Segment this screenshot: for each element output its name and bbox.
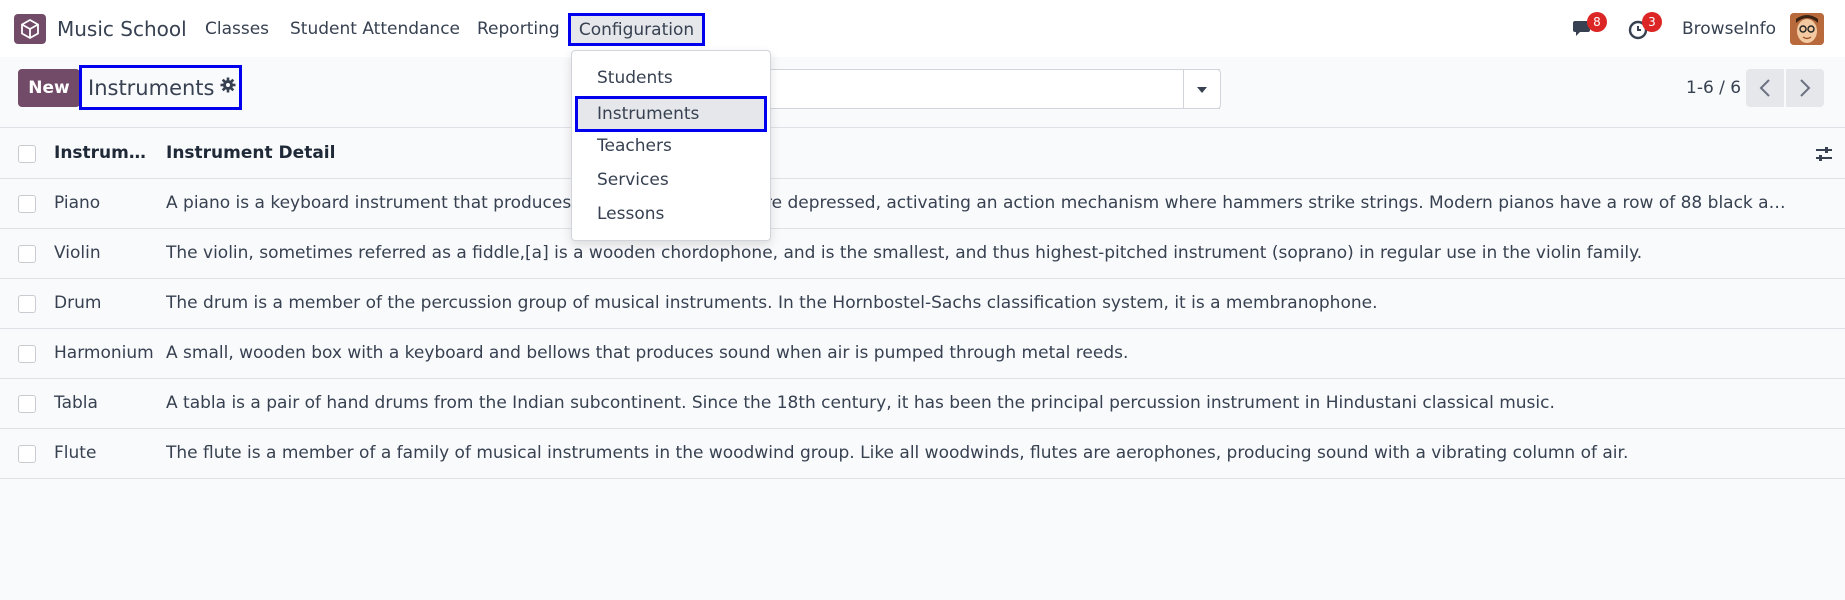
chevron-right-icon	[1800, 79, 1811, 97]
menu-classes[interactable]: Classes	[205, 19, 269, 39]
table-row[interactable]: Violin The violin, sometimes referred as…	[0, 229, 1845, 279]
pager-value[interactable]: 1-6 / 6	[1686, 78, 1741, 98]
instrument-name: Piano	[54, 193, 101, 213]
pager-previous-button[interactable]	[1746, 69, 1784, 107]
menu-student-attendance[interactable]: Student Attendance	[290, 19, 460, 39]
menu-reporting[interactable]: Reporting	[477, 19, 560, 39]
column-header-instrument-detail[interactable]: Instrument Detail	[166, 143, 1796, 163]
user-name[interactable]: BrowseInfo	[1682, 19, 1776, 39]
dropdown-item-teachers[interactable]: Teachers	[572, 129, 770, 163]
configuration-dropdown: Students Instruments Teachers Services L…	[571, 50, 771, 241]
chevron-left-icon	[1759, 79, 1770, 97]
dropdown-item-instruments[interactable]: Instruments	[575, 96, 767, 132]
instrument-detail: A piano is a keyboard instrument that pr…	[166, 193, 1796, 213]
table-row[interactable]: Flute The flute is a member of a family …	[0, 429, 1845, 479]
table-row[interactable]: Tabla A tabla is a pair of hand drums fr…	[0, 379, 1845, 429]
dropdown-item-lessons[interactable]: Lessons	[572, 197, 770, 231]
column-header-instrument[interactable]: Instrume…	[54, 143, 154, 163]
instrument-detail: The drum is a member of the percussion g…	[166, 293, 1378, 313]
row-checkbox[interactable]	[18, 445, 36, 463]
table-row[interactable]: Piano A piano is a keyboard instrument t…	[0, 179, 1845, 229]
search-options-toggle[interactable]	[1183, 69, 1221, 109]
user-avatar[interactable]	[1790, 13, 1824, 45]
instrument-name: Harmonium	[54, 343, 154, 363]
gear-icon[interactable]	[220, 77, 236, 98]
instrument-name: Drum	[54, 293, 102, 313]
instrument-detail: The flute is a member of a family of mus…	[166, 443, 1629, 463]
instrument-detail: The violin, sometimes referred as a fidd…	[166, 243, 1643, 263]
instrument-name: Violin	[54, 243, 101, 263]
caret-down-icon	[1196, 79, 1208, 99]
breadcrumb: Instruments	[79, 65, 242, 110]
row-checkbox[interactable]	[18, 395, 36, 413]
pager-next-button[interactable]	[1786, 69, 1824, 107]
new-button[interactable]: New	[18, 69, 80, 107]
row-checkbox[interactable]	[18, 195, 36, 213]
dropdown-item-students[interactable]: Students	[572, 61, 770, 95]
select-all-checkbox[interactable]	[18, 145, 36, 163]
activity-badge: 3	[1642, 12, 1662, 32]
top-navbar: Music School Classes Student Attendance …	[0, 0, 1845, 57]
table-header: Instrume… Instrument Detail	[0, 127, 1845, 179]
chat-badge: 8	[1587, 12, 1607, 32]
instrument-name: Flute	[54, 443, 97, 463]
table-row[interactable]: Drum The drum is a member of the percuss…	[0, 279, 1845, 329]
search-input[interactable]	[760, 69, 1220, 109]
instruments-table: Instrume… Instrument Detail Piano A pian…	[0, 127, 1845, 479]
table-row[interactable]: Harmonium A small, wooden box with a key…	[0, 329, 1845, 379]
instrument-name: Tabla	[54, 393, 98, 413]
instrument-detail: A tabla is a pair of hand drums from the…	[166, 393, 1555, 413]
row-checkbox[interactable]	[18, 345, 36, 363]
row-checkbox[interactable]	[18, 295, 36, 313]
optional-columns-icon[interactable]	[1814, 144, 1834, 164]
app-logo-icon[interactable]	[14, 14, 46, 44]
page-title: Instruments	[88, 75, 215, 100]
dropdown-item-services[interactable]: Services	[572, 163, 770, 197]
row-checkbox[interactable]	[18, 245, 36, 263]
app-name[interactable]: Music School	[57, 17, 187, 41]
instrument-detail: A small, wooden box with a keyboard and …	[166, 343, 1129, 363]
menu-configuration[interactable]: Configuration	[568, 13, 705, 46]
